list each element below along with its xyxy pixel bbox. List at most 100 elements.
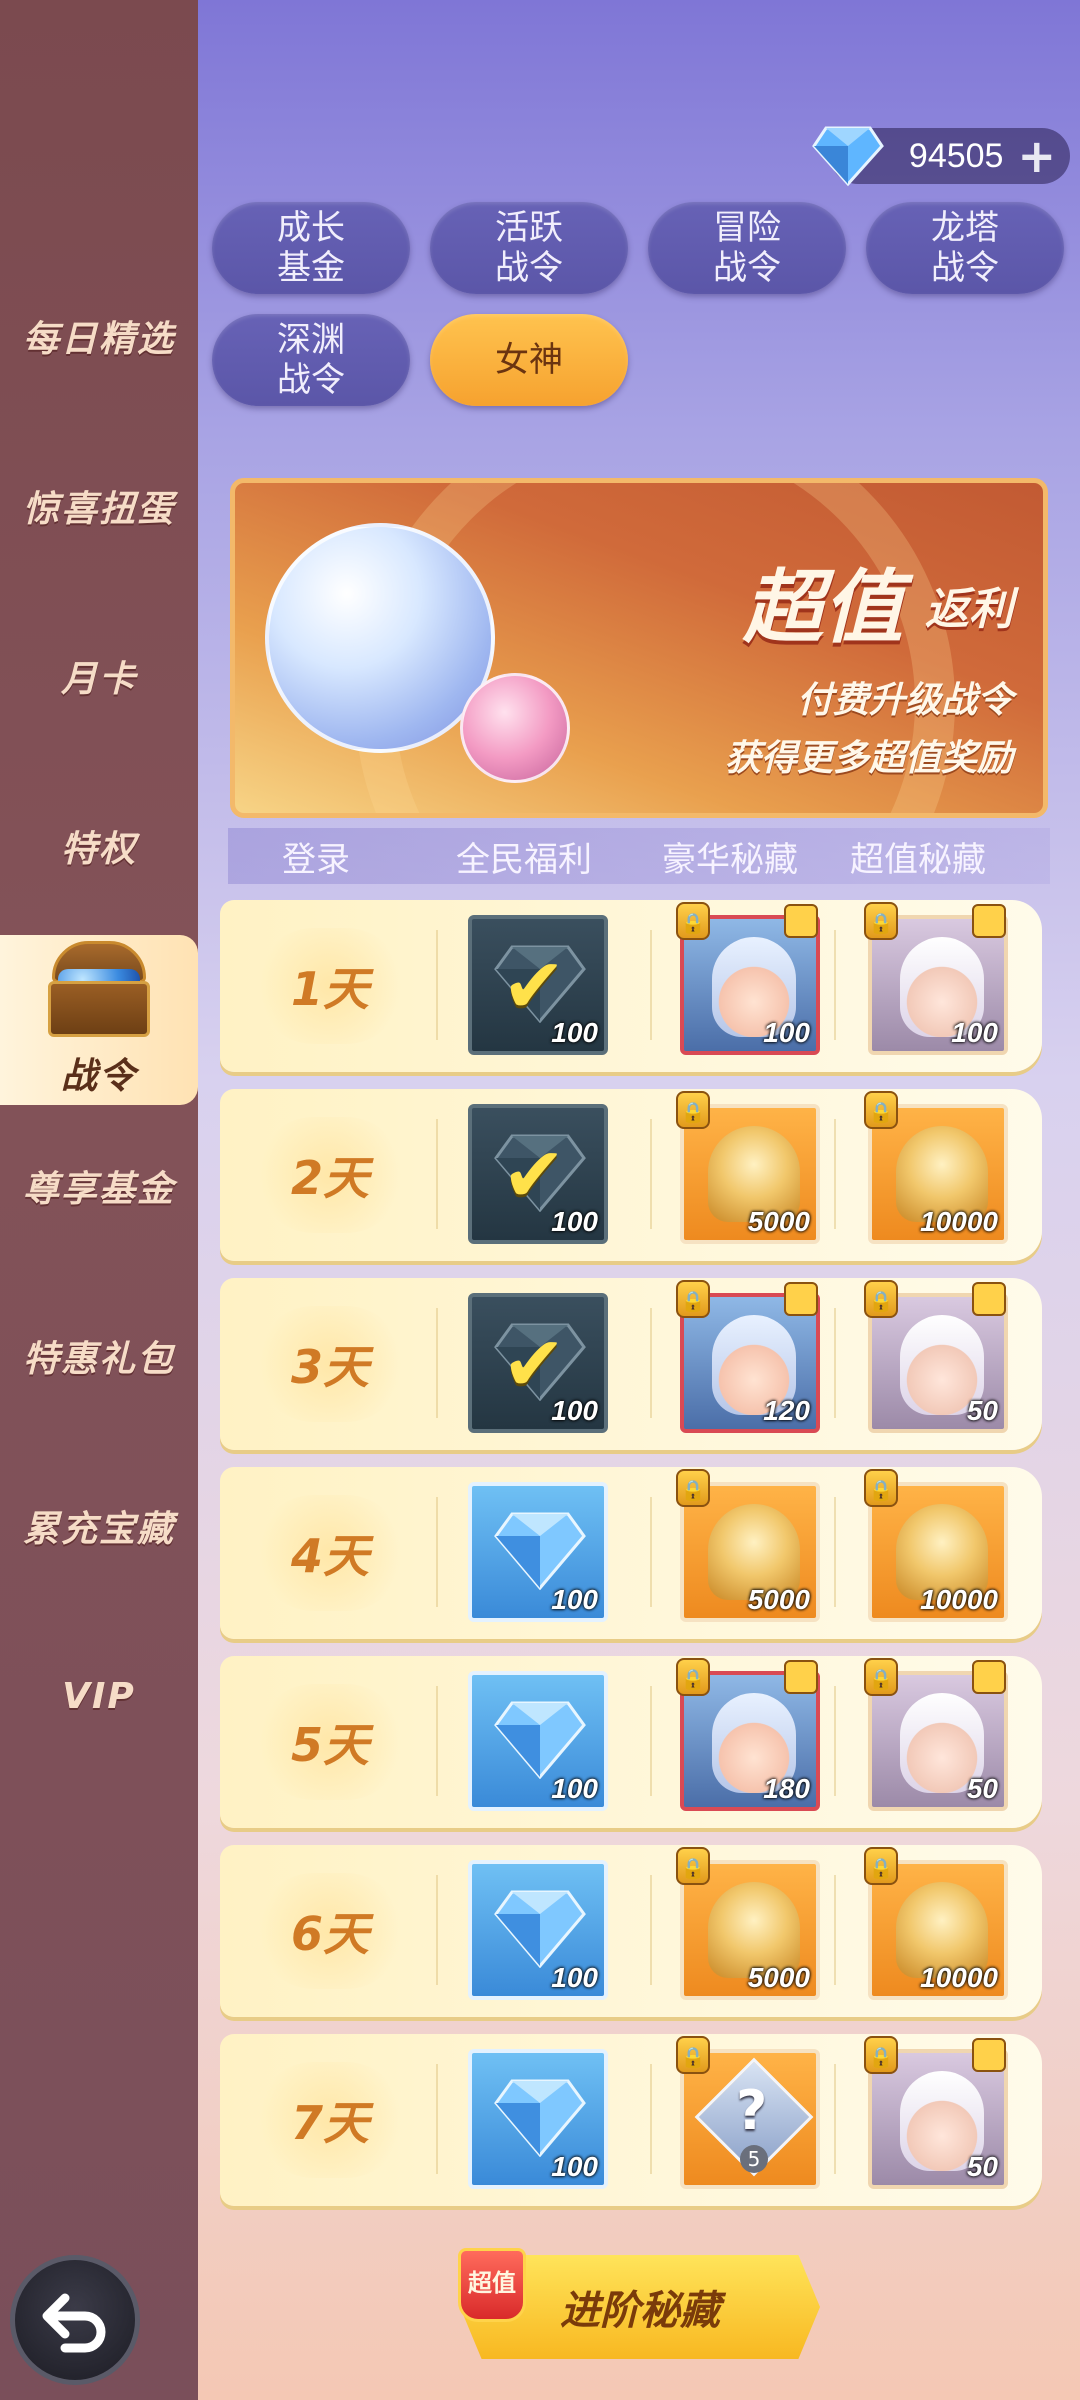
reward-quantity: 5000 [747, 1206, 810, 1237]
tab-abyss-pass[interactable]: 深渊 战令 [212, 314, 410, 406]
login-day-label: 5天 [256, 1684, 404, 1800]
sidebar-item-label: 特权 [60, 829, 137, 870]
reward-quantity: 180 [763, 1773, 810, 1804]
column-divider [650, 930, 652, 1040]
reward-quantity: 10000 [920, 1962, 998, 1993]
lock-icon: 🔒 [676, 902, 710, 940]
sidebar-item-label: 尊享基金 [22, 1169, 175, 1210]
tab-growth-fund[interactable]: 成长 基金 [212, 202, 410, 294]
fragment-icon [972, 904, 1006, 938]
reward-quantity: 100 [551, 1584, 598, 1615]
sidebar-item-premium-fund[interactable]: 尊享基金 [0, 1126, 198, 1246]
reward-quantity: 100 [551, 2151, 598, 2182]
sidebar-item-vip[interactable]: VIP [0, 1636, 198, 1756]
free-reward-item[interactable]: ✔ 100 [468, 915, 608, 1055]
lock-icon: 🔒 [676, 2036, 710, 2074]
sidebar-item-gacha[interactable]: 惊喜扭蛋 [0, 446, 198, 566]
lock-icon: 🔒 [864, 1469, 898, 1507]
diamond-currency: 94505 + [812, 126, 1070, 187]
banner-title-big: 超值 [743, 561, 903, 654]
back-arrow-icon [42, 2293, 106, 2353]
reward-quantity: 100 [551, 1206, 598, 1237]
column-divider [650, 1308, 652, 1418]
header-free: 全民福利 [456, 839, 592, 880]
column-divider [436, 1308, 438, 1418]
column-divider [834, 1875, 836, 1985]
free-reward-item[interactable]: 100 [468, 2049, 608, 2189]
sidebar-item-battle-pass[interactable]: 战令 [0, 935, 198, 1105]
header-luxury: 豪华秘藏 [662, 839, 798, 880]
login-day-label: 1天 [256, 928, 404, 1044]
column-divider [650, 2064, 652, 2174]
sidebar-item-monthly-card[interactable]: 月卡 [0, 616, 198, 736]
fragment-icon [972, 1282, 1006, 1316]
sidebar-item-label: 惊喜扭蛋 [22, 489, 175, 530]
lock-icon: 🔒 [676, 1658, 710, 1696]
lock-icon: 🔒 [864, 902, 898, 940]
free-reward-item[interactable]: ✔ 100 [468, 1293, 608, 1433]
column-divider [834, 930, 836, 1040]
diamond-amount: 94505 [908, 136, 1004, 175]
sidebar-item-label: VIP [62, 1675, 136, 1717]
lock-icon: 🔒 [676, 1280, 710, 1318]
column-divider [650, 1875, 652, 1985]
reward-row: 3天 ✔ 100 120 🔒 50 🔒 [220, 1278, 1042, 1450]
advance-button-label: 进阶秘藏 [560, 2288, 720, 2334]
reward-quantity: 100 [551, 1773, 598, 1804]
reward-quantity: 50 [966, 1773, 998, 1804]
sidebar-item-daily-picks[interactable]: 每日精选 [0, 276, 198, 396]
login-day-label: 2天 [256, 1117, 404, 1233]
sidebar: 每日精选 惊喜扭蛋 月卡 特权 战令 尊享基金 特惠礼包 累充宝藏 VIP [0, 0, 198, 2400]
fragment-icon [784, 1282, 818, 1316]
login-day-label: 7天 [256, 2062, 404, 2178]
reward-quantity: 120 [763, 1395, 810, 1426]
back-button[interactable] [10, 2255, 140, 2385]
reward-row: 7天 100? 5 🔒 50 🔒 [220, 2034, 1042, 2206]
reward-row: 6天 100 5000 🔒 10000 🔒 [220, 1845, 1042, 2017]
column-divider [436, 930, 438, 1040]
reward-quantity: 100 [763, 1017, 810, 1048]
login-day-label: 6天 [256, 1873, 404, 1989]
sidebar-item-label: 特惠礼包 [22, 1339, 175, 1380]
goddess-portrait-small-bubble [460, 673, 570, 783]
column-divider [834, 1497, 836, 1607]
reward-quantity: 100 [551, 1395, 598, 1426]
fragment-icon [972, 2038, 1006, 2072]
login-day-label: 3天 [256, 1306, 404, 1422]
reward-row: 4天 100 5000 🔒 10000 🔒 [220, 1467, 1042, 1639]
lock-icon: 🔒 [676, 1091, 710, 1129]
tab-adventure-pass[interactable]: 冒险 战令 [648, 202, 846, 294]
promo-banner: 超值 返利 付费升级战令 获得更多超值奖励 [230, 478, 1048, 818]
sidebar-item-special-packs[interactable]: 特惠礼包 [0, 1296, 198, 1416]
column-divider [834, 2064, 836, 2174]
column-divider [436, 2064, 438, 2174]
column-divider [436, 1875, 438, 1985]
free-reward-item[interactable]: ✔ 100 [468, 1104, 608, 1244]
free-reward-item[interactable]: 100 [468, 1482, 608, 1622]
free-reward-item[interactable]: 100 [468, 1860, 608, 2000]
question-mark-icon: ? [736, 2079, 768, 2142]
reward-row: 1天 ✔ 100 100 🔒 100 🔒 [220, 900, 1042, 1072]
reward-quantity: 100 [551, 1962, 598, 1993]
reward-quantity: 100 [551, 1017, 598, 1048]
lock-icon: 🔒 [864, 1091, 898, 1129]
banner-line-1: 付费升级战令 [796, 680, 1013, 721]
sidebar-item-recharge-treasure[interactable]: 累充宝藏 [0, 1466, 198, 1586]
tab-dragon-tower-pass[interactable]: 龙塔 战令 [866, 202, 1064, 294]
lock-icon: 🔒 [676, 1469, 710, 1507]
column-divider [436, 1119, 438, 1229]
lock-icon: 🔒 [864, 1280, 898, 1318]
header-super: 超值秘藏 [850, 839, 986, 880]
reward-table-header: 登录 全民福利 豪华秘藏 超值秘藏 [228, 828, 1050, 884]
sidebar-item-privilege[interactable]: 特权 [0, 786, 198, 906]
free-reward-item[interactable]: 100 [468, 1671, 608, 1811]
sidebar-item-label: 累充宝藏 [22, 1509, 175, 1550]
column-divider [436, 1686, 438, 1796]
tab-active-pass[interactable]: 活跃 战令 [430, 202, 628, 294]
add-currency-button[interactable]: + [1017, 133, 1056, 179]
sidebar-item-label: 战令 [60, 1056, 137, 1097]
tab-goddess[interactable]: 女神 [430, 314, 628, 406]
lock-icon: 🔒 [864, 1847, 898, 1885]
sidebar-item-label: 每日精选 [22, 319, 175, 360]
lock-icon: 🔒 [864, 2036, 898, 2074]
